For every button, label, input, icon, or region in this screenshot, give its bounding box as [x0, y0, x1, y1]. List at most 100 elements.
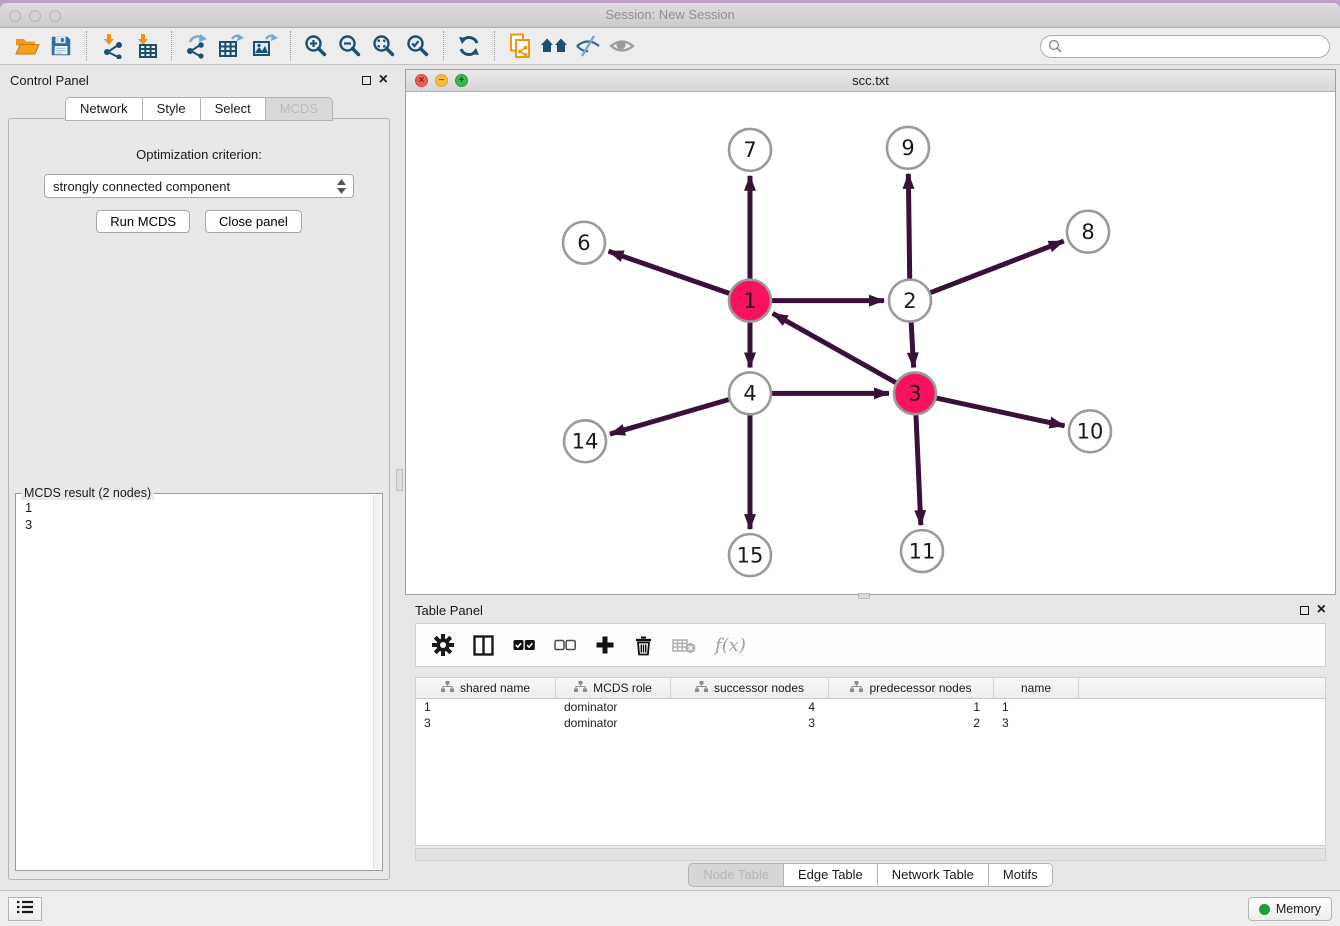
table-cell[interactable]: 3	[994, 715, 1079, 731]
table-row[interactable]: 1dominator411	[416, 699, 1325, 715]
search-icon	[1048, 39, 1063, 59]
column-header-label: predecessor nodes	[869, 681, 971, 695]
graph-node-14[interactable]: 14	[564, 420, 606, 462]
graph-edge-1-6[interactable]	[609, 251, 750, 300]
graph-node-8[interactable]: 8	[1067, 211, 1109, 253]
gear-icon[interactable]	[432, 634, 454, 656]
criterion-select[interactable]: strongly connected component	[44, 174, 354, 198]
mcds-result-text[interactable]: 1 3	[16, 494, 382, 538]
column-header-shared-name[interactable]: shared name	[416, 678, 556, 698]
toolbar-separator	[171, 31, 172, 61]
table-cell[interactable]: dominator	[556, 715, 671, 731]
graph-node-6[interactable]: 6	[563, 222, 605, 264]
refresh-layout-icon[interactable]	[452, 31, 486, 61]
column-header-MCDS-role[interactable]: MCDS role	[556, 678, 671, 698]
search-input[interactable]	[1040, 35, 1330, 58]
table-panel: Table Panel ×	[405, 599, 1336, 884]
export-network-icon[interactable]	[180, 31, 214, 61]
svg-text:1: 1	[743, 289, 756, 313]
column-split-icon[interactable]	[473, 635, 494, 656]
task-list-button[interactable]	[8, 897, 42, 921]
open-file-icon[interactable]	[10, 31, 44, 61]
vertical-splitter-handle[interactable]	[396, 469, 403, 491]
column-header-label: shared name	[460, 681, 530, 695]
graph-node-2[interactable]: 2	[889, 280, 931, 322]
tab-style[interactable]: Style	[143, 97, 201, 121]
export-image-icon[interactable]	[248, 31, 282, 61]
svg-text:15: 15	[737, 543, 764, 567]
control-panel-title: Control Panel	[10, 73, 89, 88]
import-table-icon[interactable]	[129, 31, 163, 61]
graph-node-10[interactable]: 10	[1069, 410, 1111, 452]
table-row[interactable]: 3dominator323	[416, 715, 1325, 731]
hide-selected-icon[interactable]	[571, 31, 605, 61]
tab-node-table[interactable]: Node Table	[688, 863, 784, 887]
tab-network[interactable]: Network	[65, 97, 143, 121]
table-hscrollbar[interactable]	[415, 848, 1326, 861]
column-header-successor-nodes[interactable]: successor nodes	[671, 678, 829, 698]
zoom-out-icon[interactable]	[333, 31, 367, 61]
graph-edge-2-8[interactable]	[910, 241, 1064, 300]
search-field-wrap	[1040, 35, 1330, 58]
zoom-selected-icon[interactable]	[401, 31, 435, 61]
tab-select[interactable]: Select	[201, 97, 266, 121]
graph-edge-3-1[interactable]	[773, 313, 915, 393]
tab-motifs[interactable]: Motifs	[989, 863, 1053, 887]
tab-edge-table[interactable]: Edge Table	[784, 863, 878, 887]
control-panel: Control Panel × NetworkStyleSelectMCDS O…	[0, 69, 398, 884]
add-column-icon[interactable]	[595, 635, 615, 655]
graph-node-7[interactable]: 7	[729, 129, 771, 171]
deselect-all-icon[interactable]	[554, 639, 576, 651]
table-cell[interactable]: dominator	[556, 699, 671, 715]
svg-text:7: 7	[743, 138, 756, 162]
first-neighbors-icon[interactable]	[537, 31, 571, 61]
run-mcds-button[interactable]: Run MCDS	[96, 210, 190, 233]
zoom-fit-icon[interactable]	[367, 31, 401, 61]
show-all-icon[interactable]	[605, 31, 639, 61]
toolbar-separator	[290, 31, 291, 61]
graph-node-3[interactable]: 3	[894, 372, 936, 414]
graph-node-4[interactable]: 4	[729, 372, 771, 414]
mcds-result-title: MCDS result (2 nodes)	[21, 486, 154, 500]
table-toolbar: f(x)	[415, 623, 1326, 667]
float-table-panel-icon[interactable]	[1300, 606, 1309, 615]
table-cell[interactable]: 3	[671, 715, 829, 731]
table-cell[interactable]: 3	[416, 715, 556, 731]
result-scrollbar[interactable]	[373, 495, 381, 869]
graph-node-11[interactable]: 11	[901, 530, 943, 572]
tab-network-table[interactable]: Network Table	[878, 863, 989, 887]
zoom-in-icon[interactable]	[299, 31, 333, 61]
table-cell[interactable]: 1	[829, 699, 994, 715]
export-table-icon[interactable]	[214, 31, 248, 61]
close-panel-button[interactable]: Close panel	[205, 210, 302, 233]
delete-icon[interactable]	[634, 635, 653, 656]
graph-edge-3-10[interactable]	[915, 393, 1065, 425]
import-network-icon[interactable]	[95, 31, 129, 61]
float-panel-icon[interactable]	[362, 76, 371, 85]
table-cell[interactable]: 2	[829, 715, 994, 731]
chevron-updown-icon	[337, 179, 346, 197]
close-panel-icon[interactable]: ×	[379, 74, 388, 86]
window-title: Session: New Session	[0, 7, 1340, 22]
tab-mcds[interactable]: MCDS	[266, 97, 333, 121]
graph-node-1[interactable]: 1	[729, 280, 771, 322]
memory-status-dot	[1259, 904, 1270, 915]
column-header-predecessor-nodes[interactable]: predecessor nodes	[829, 678, 994, 698]
network-canvas[interactable]: 7 9 6 8 1 2 4 3 14 10 15 11	[406, 93, 1335, 594]
node-table: shared name MCDS rolesuccessor nodes prede…	[415, 677, 1326, 846]
close-table-panel-icon[interactable]: ×	[1317, 604, 1326, 616]
memory-button[interactable]: Memory	[1248, 897, 1332, 921]
table-cell[interactable]: 4	[671, 699, 829, 715]
column-header-name[interactable]: name	[994, 678, 1079, 698]
shared-column-icon	[850, 681, 863, 696]
save-session-icon[interactable]	[44, 31, 78, 61]
select-all-icon[interactable]	[513, 639, 535, 651]
memory-label: Memory	[1276, 902, 1321, 916]
table-cell[interactable]: 1	[416, 699, 556, 715]
duplicate-network-icon[interactable]	[503, 31, 537, 61]
delete-table-icon	[672, 637, 696, 654]
graph-node-9[interactable]: 9	[887, 127, 929, 169]
table-tabs: Node TableEdge TableNetwork TableMotifs	[405, 863, 1336, 887]
graph-node-15[interactable]: 15	[729, 534, 771, 576]
table-cell[interactable]: 1	[994, 699, 1079, 715]
